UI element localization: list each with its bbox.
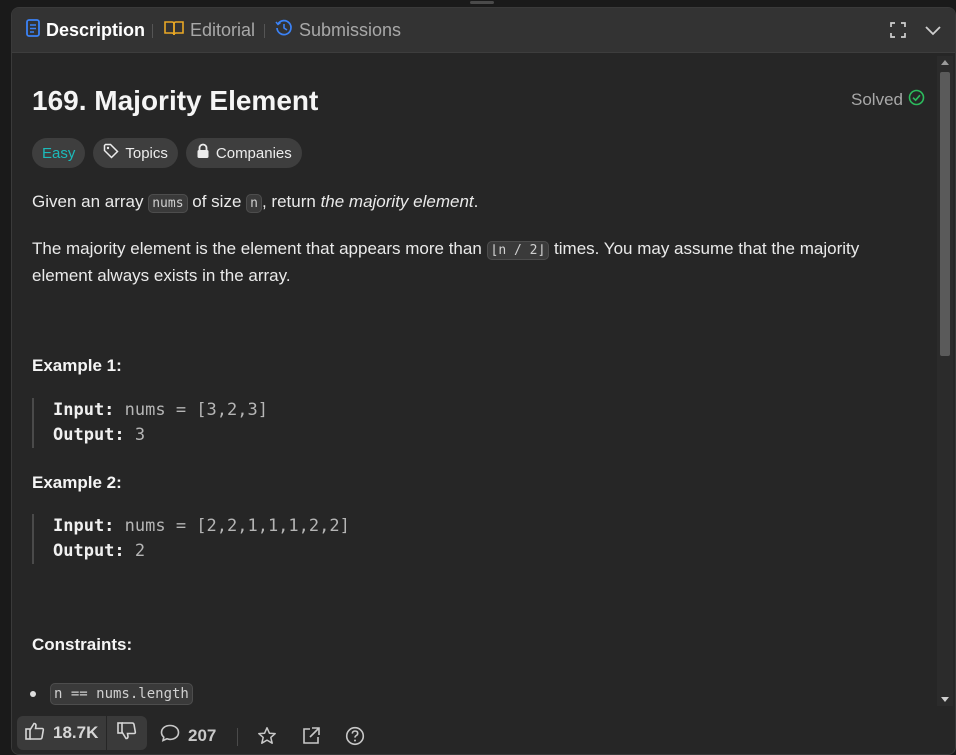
- tab-description-label: Description: [46, 19, 146, 40]
- tab-divider: [264, 24, 265, 38]
- description-paragraph-1: Given an array nums of size n, return th…: [32, 189, 912, 216]
- example-2-block: Input: nums = [2,2,1,1,1,2,2] Output: 2: [32, 514, 913, 564]
- tag-icon: [103, 143, 125, 163]
- companies-label: Companies: [215, 144, 292, 162]
- drag-handle[interactable]: [470, 1, 494, 4]
- dislike-button[interactable]: [107, 716, 147, 750]
- check-circle-icon: [903, 89, 925, 111]
- solved-label: Solved: [851, 90, 903, 109]
- thumbs-down-icon: [117, 721, 137, 745]
- output-label: Output:: [53, 425, 125, 445]
- text: , return: [261, 192, 321, 211]
- scrollbar-thumb[interactable]: [940, 72, 950, 356]
- constraint-code: n == nums.length: [50, 683, 193, 705]
- tab-bar: Description Editorial Submissions: [12, 8, 955, 53]
- inline-code: nums: [148, 194, 188, 213]
- inline-code: ⌊n / 2⌋: [486, 241, 550, 260]
- example-input-line: Input: nums = [2,2,1,1,1,2,2]: [53, 514, 913, 539]
- problem-title[interactable]: 169. Majority Element: [32, 85, 318, 117]
- editorial-book-icon: [164, 20, 190, 41]
- example-1-heading: Example 1:: [32, 356, 122, 375]
- like-count: 18.7K: [53, 723, 99, 742]
- companies-button[interactable]: Companies: [185, 138, 302, 168]
- star-icon[interactable]: [257, 726, 277, 751]
- difficulty-badge: Easy: [32, 138, 86, 168]
- constraint-item: n == nums.length: [30, 683, 193, 705]
- input-label: Input:: [53, 516, 115, 536]
- example-output-line: Output: 2: [53, 539, 913, 564]
- tab-divider: [152, 24, 153, 38]
- topics-label: Topics: [125, 144, 168, 162]
- example-1-block: Input: nums = [3,2,3] Output: 3: [32, 398, 913, 448]
- footer-divider: [237, 728, 238, 746]
- tab-editorial[interactable]: Editorial: [164, 19, 255, 41]
- chevron-down-icon[interactable]: [924, 21, 942, 44]
- text: Given an array: [32, 192, 149, 211]
- fullscreen-icon[interactable]: [889, 21, 907, 44]
- submissions-history-icon: [275, 19, 299, 42]
- thumbs-up-icon: [25, 722, 53, 745]
- scroll-down-arrow[interactable]: [941, 697, 949, 702]
- tab-submissions-label: Submissions: [299, 19, 402, 40]
- inline-code: n: [246, 194, 262, 213]
- example-output-line: Output: 3: [53, 423, 913, 448]
- output-value: 3: [124, 425, 146, 445]
- input-value: nums = [2,2,1,1,1,2,2]: [114, 516, 350, 536]
- comment-icon: [160, 724, 188, 747]
- text: The majority element is the element that…: [32, 239, 487, 258]
- problem-tags: Easy Topics Companies: [32, 138, 302, 168]
- lock-icon: [196, 143, 216, 163]
- description-paragraph-2: The majority element is the element that…: [32, 236, 912, 288]
- scroll-up-arrow[interactable]: [941, 60, 949, 65]
- footer-bar: 18.7K 207: [12, 710, 955, 754]
- text: .: [473, 192, 479, 211]
- scrollbar[interactable]: [937, 56, 953, 706]
- vote-group: 18.7K: [17, 716, 148, 750]
- topics-button[interactable]: Topics: [93, 138, 178, 168]
- output-label: Output:: [53, 541, 125, 561]
- text: of size: [187, 192, 247, 211]
- tab-description[interactable]: Description: [26, 18, 146, 42]
- help-icon[interactable]: [345, 726, 365, 751]
- tab-editorial-label: Editorial: [190, 19, 256, 40]
- input-value: nums = [3,2,3]: [114, 400, 268, 420]
- bullet-dot: [30, 691, 36, 697]
- constraints-heading: Constraints:: [32, 635, 133, 654]
- share-icon[interactable]: [301, 726, 321, 751]
- like-button[interactable]: 18.7K: [17, 716, 106, 750]
- solved-status: Solved: [851, 89, 925, 111]
- input-label: Input:: [53, 400, 115, 420]
- comment-count: 207: [188, 725, 217, 745]
- emphasis-text: the majority element: [320, 192, 474, 211]
- example-2-heading: Example 2:: [32, 473, 122, 492]
- problem-panel: Description Editorial Submissions 169. M…: [11, 7, 956, 755]
- description-content: 169. Majority Element Solved Easy Topics…: [12, 52, 933, 754]
- comments-button[interactable]: 207: [160, 724, 216, 747]
- description-icon: [26, 18, 46, 42]
- example-input-line: Input: nums = [3,2,3]: [53, 398, 913, 423]
- tab-submissions[interactable]: Submissions: [275, 19, 401, 41]
- output-value: 2: [124, 541, 146, 561]
